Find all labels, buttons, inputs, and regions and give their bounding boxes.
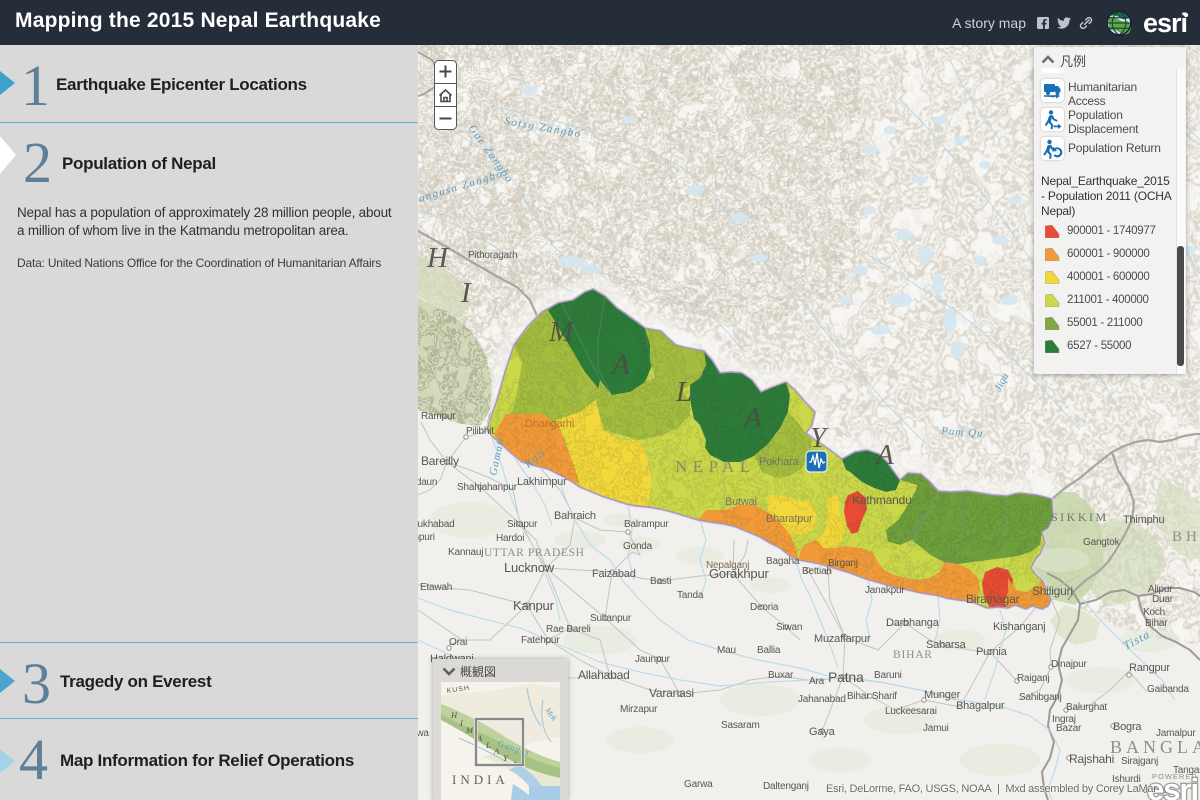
svg-text:A: A [610, 349, 630, 381]
svg-text:Jahanabad: Jahanabad [798, 694, 846, 705]
svg-text:Kanpur: Kanpur [513, 598, 555, 613]
svg-text:I: I [460, 277, 472, 309]
svg-text:Darbhanga: Darbhanga [886, 617, 940, 629]
svg-text:Buxar: Buxar [768, 670, 794, 681]
svg-text:Butwal: Butwal [725, 496, 757, 508]
svg-text:Raiganj: Raiganj [1017, 673, 1050, 684]
svg-text:Pokhara: Pokhara [759, 456, 800, 468]
svg-text:Bharatpur: Bharatpur [766, 513, 813, 525]
svg-text:Garwa: Garwa [684, 779, 713, 790]
svg-text:Pilibhit: Pilibhit [466, 426, 494, 437]
svg-text:Patna: Patna [828, 669, 864, 685]
svg-text:Mirzapur: Mirzapur [620, 704, 658, 715]
svg-text:UTTAR PRADESH: UTTAR PRADESH [484, 547, 585, 559]
svg-text:Rampur: Rampur [421, 411, 456, 422]
svg-text:Bogra: Bogra [1113, 721, 1142, 733]
svg-text:Kathmandu: Kathmandu [852, 493, 912, 507]
svg-text:Baruni: Baruni [874, 670, 902, 681]
svg-text:Sitapur: Sitapur [507, 519, 538, 530]
svg-text:Mainpuri: Mainpuri [418, 532, 435, 543]
svg-text:Birganj: Birganj [828, 558, 858, 569]
svg-text:A: A [742, 402, 762, 434]
svg-text:Rewa: Rewa [418, 728, 429, 739]
svg-text:Ara: Ara [809, 676, 825, 687]
svg-text:Basti: Basti [650, 576, 671, 587]
svg-text:Mau: Mau [717, 645, 736, 656]
svg-text:Lucknow: Lucknow [504, 560, 555, 575]
svg-text:Muzaffarpur: Muzaffarpur [814, 633, 871, 645]
svg-text:Rajshahi: Rajshahi [1069, 752, 1114, 766]
svg-text:Kishanganj: Kishanganj [993, 621, 1045, 633]
svg-text:Budaun: Budaun [418, 477, 437, 488]
svg-text:Purnia: Purnia [976, 646, 1008, 658]
svg-text:NEPAL: NEPAL [675, 457, 756, 476]
svg-text:Pithoragarh: Pithoragarh [468, 250, 518, 261]
svg-text:Bareilly: Bareilly [421, 454, 459, 468]
svg-text:Hardoi: Hardoi [496, 533, 524, 544]
svg-text:L: L [675, 376, 692, 408]
svg-text:Gonda: Gonda [623, 541, 653, 552]
svg-text:Balrampur: Balrampur [624, 519, 669, 530]
svg-text:Tanda: Tanda [677, 590, 704, 601]
svg-text:Sirajganj: Sirajganj [1121, 756, 1158, 767]
svg-text:SIKKIM: SIKKIM [1051, 510, 1109, 524]
svg-text:Luckeesarai: Luckeesarai [885, 706, 937, 717]
svg-text:Faizabad: Faizabad [592, 568, 636, 580]
svg-text:INDIA: INDIA [452, 772, 509, 787]
svg-text:Thimphu: Thimphu [1123, 514, 1164, 526]
svg-text:BIHAR: BIHAR [893, 649, 933, 661]
svg-text:M: M [548, 316, 575, 348]
svg-text:Lakhimpur: Lakhimpur [517, 476, 567, 488]
svg-text:Gangtok: Gangtok [1083, 537, 1121, 548]
svg-text:Biratnagar: Biratnagar [966, 592, 1020, 606]
svg-text:Sultanpur: Sultanpur [590, 613, 632, 624]
svg-text:Rangpur: Rangpur [1129, 662, 1170, 674]
svg-text:Bihar: Bihar [1145, 618, 1168, 629]
svg-text:A: A [493, 746, 500, 756]
svg-text:Sasaram: Sasaram [721, 720, 760, 731]
svg-text:Nepalganj: Nepalganj [706, 560, 749, 571]
svg-text:Varanasi: Varanasi [649, 686, 694, 700]
svg-text:Janakpur: Janakpur [865, 585, 905, 596]
svg-text:Duar: Duar [1152, 594, 1174, 605]
svg-text:Dinajpur: Dinajpur [1051, 659, 1088, 670]
svg-text:Rae Bareli: Rae Bareli [546, 624, 591, 635]
svg-text:Gaya: Gaya [809, 726, 836, 738]
svg-text:BANGLADESH: BANGLADESH [1110, 737, 1200, 757]
svg-text:Kannauj: Kannauj [448, 547, 483, 558]
svg-text:Gaibanda: Gaibanda [1147, 684, 1189, 695]
svg-text:Fatehpur: Fatehpur [521, 635, 560, 646]
svg-text:A: A [874, 439, 894, 471]
svg-text:Jamui: Jamui [923, 723, 949, 734]
svg-text:L: L [485, 740, 491, 750]
svg-text:H: H [426, 242, 450, 274]
svg-text:esri: esri [1143, 8, 1187, 38]
svg-text:Bhagalpur: Bhagalpur [956, 700, 1005, 712]
svg-text:Allahabad: Allahabad [578, 668, 630, 682]
svg-text:Farrukhabad: Farrukhabad [418, 519, 455, 530]
svg-text:H: H [450, 710, 458, 720]
svg-text:Bihar Sharif: Bihar Sharif [847, 691, 897, 702]
svg-text:Shahjahanpur: Shahjahanpur [457, 482, 518, 493]
svg-text:Etawah: Etawah [420, 582, 452, 593]
svg-text:Balurghat: Balurghat [1066, 702, 1107, 713]
svg-text:Shiliguri: Shiliguri [1032, 584, 1073, 598]
svg-text:Bahraich: Bahraich [554, 510, 596, 522]
svg-text:Jaunpur: Jaunpur [635, 654, 671, 665]
svg-text:Siwan: Siwan [776, 622, 802, 633]
svg-text:Orai: Orai [449, 637, 467, 648]
svg-text:Daltenganj: Daltenganj [763, 781, 809, 792]
svg-text:Bagaha: Bagaha [766, 556, 800, 567]
svg-text:BHUTAN: BHUTAN [1172, 529, 1200, 545]
svg-text:Sahibganj: Sahibganj [1019, 692, 1062, 703]
svg-text:Bazar: Bazar [1056, 723, 1082, 734]
svg-text:Koch: Koch [1143, 607, 1165, 618]
svg-text:Deoria: Deoria [750, 602, 779, 613]
svg-text:Ballia: Ballia [757, 645, 781, 656]
svg-text:M: M [465, 725, 474, 735]
svg-text:Dhangarhi: Dhangarhi [525, 418, 574, 430]
